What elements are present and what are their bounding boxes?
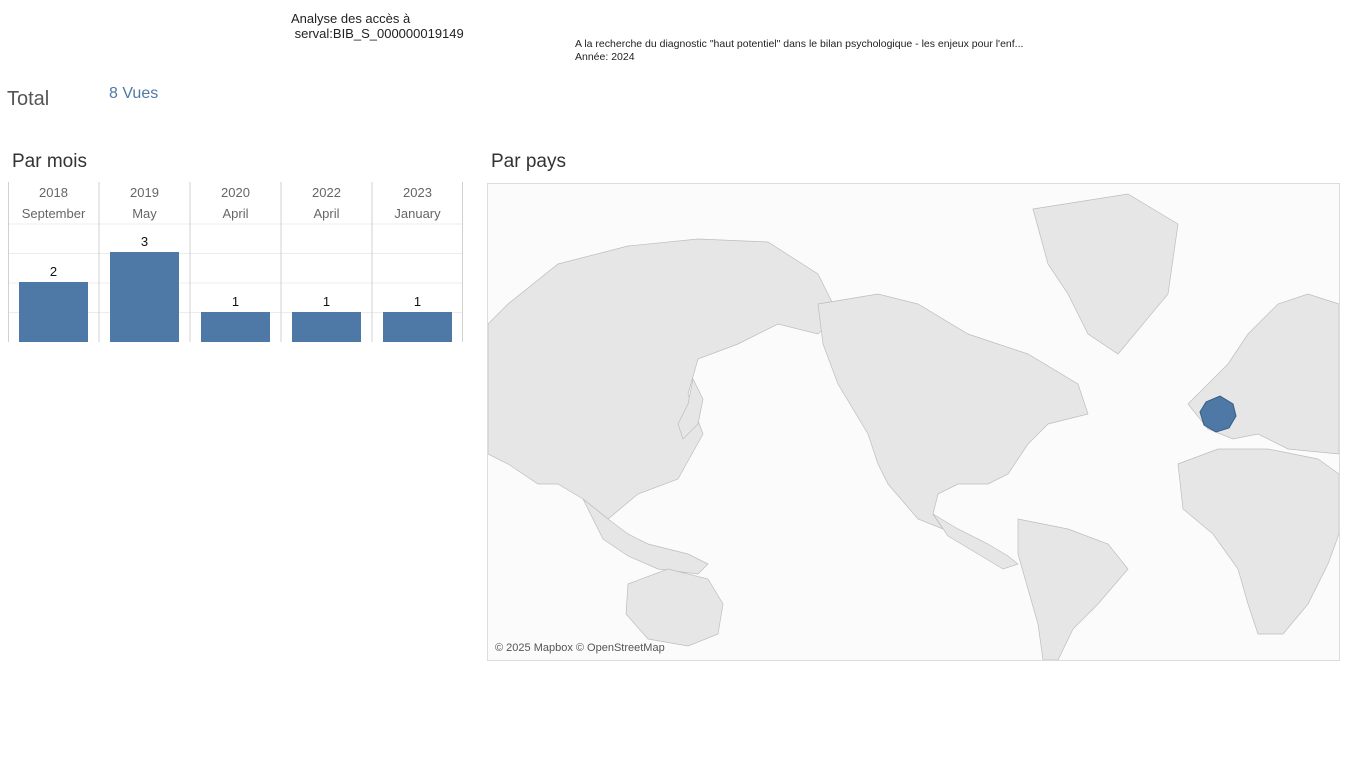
x-tick-year: 2020: [221, 185, 250, 200]
section-title-by-month: Par mois: [12, 151, 87, 172]
document-title: A la recherche du diagnostic "haut poten…: [575, 38, 1024, 50]
x-tick-month: January: [394, 206, 441, 221]
bar: [292, 312, 361, 342]
x-tick-month: May: [132, 206, 157, 221]
bar-value-label: 2: [50, 264, 57, 279]
bar-value-label: 1: [323, 294, 330, 309]
document-info: A la recherche du diagnostic "haut poten…: [575, 38, 1023, 64]
bar-value-label: 3: [141, 234, 148, 249]
x-tick-year: 2023: [403, 185, 432, 200]
map-attribution: © 2025 Mapbox © OpenStreetMap: [495, 642, 665, 654]
bar: [201, 312, 270, 342]
world-map[interactable]: [487, 183, 1340, 661]
bar-value-label: 1: [414, 294, 421, 309]
bar: [110, 252, 179, 342]
total-label: Total: [7, 88, 50, 110]
x-tick-year: 2018: [39, 185, 68, 200]
x-tick-month: April: [313, 206, 339, 221]
map-svg: [488, 184, 1339, 660]
section-title-by-country: Par pays: [491, 151, 566, 172]
x-tick-year: 2019: [130, 185, 159, 200]
x-tick-month: April: [222, 206, 248, 221]
monthly-views-chart: 2018 September 2 2019 May 3 2020 April 1 2022 Apri…: [8, 182, 463, 344]
page-title: Analyse des accès à serval:BIB_S_0000000…: [291, 11, 464, 41]
total-views-link[interactable]: 8 Vues: [109, 85, 158, 103]
bar-value-label: 1: [232, 294, 239, 309]
x-tick-year: 2022: [312, 185, 341, 200]
bar: [19, 282, 88, 342]
bar: [383, 312, 452, 342]
document-year: Année: 2024: [575, 51, 635, 63]
bar-chart-svg: 2018 September 2 2019 May 3 2020 April 1 2022 Apri…: [8, 182, 463, 342]
x-tick-month: September: [22, 206, 86, 221]
